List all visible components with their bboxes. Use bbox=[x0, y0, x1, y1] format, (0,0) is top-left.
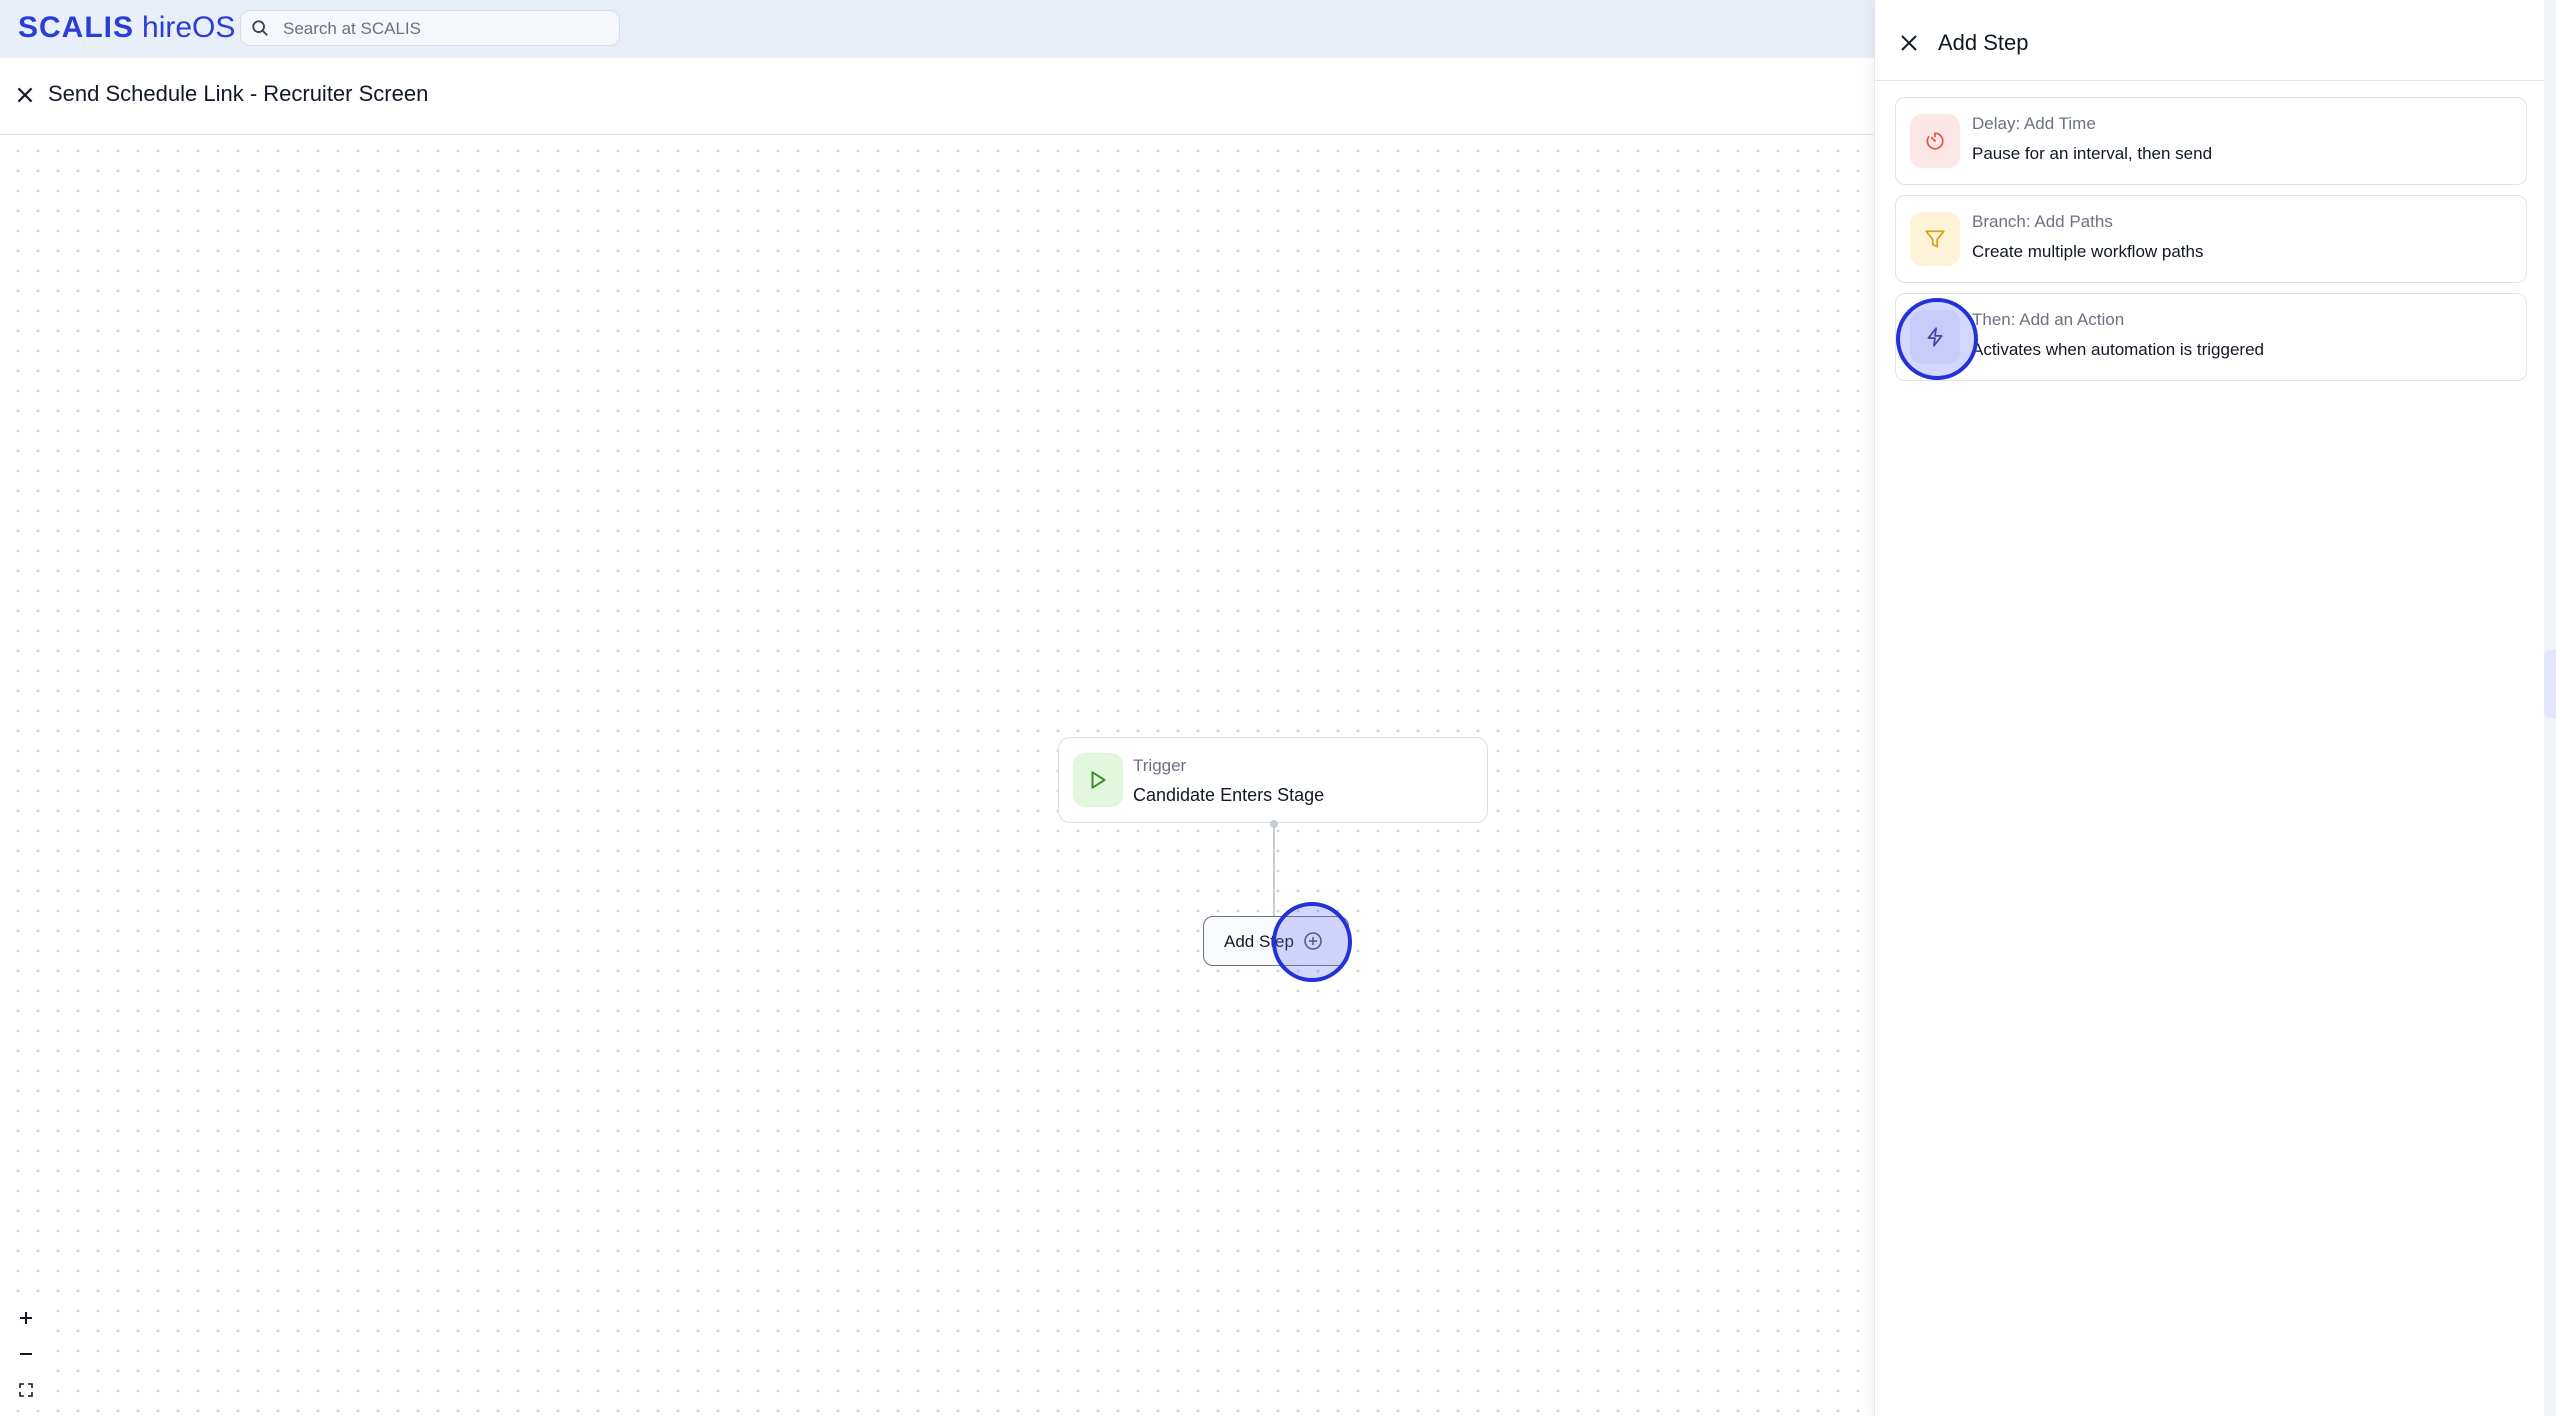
trigger-node[interactable]: Trigger Candidate Enters Stage bbox=[1058, 737, 1488, 823]
filter-icon bbox=[1910, 212, 1960, 266]
logo[interactable]: SCALIS hireOS bbox=[18, 10, 235, 46]
trigger-value: Candidate Enters Stage bbox=[1133, 785, 1325, 805]
side-tab[interactable] bbox=[2544, 650, 2556, 718]
search-input[interactable] bbox=[281, 11, 605, 47]
fit-view-button[interactable] bbox=[12, 1376, 40, 1404]
add-step-panel: Add Step Delay: Add Time Pause for an in… bbox=[1874, 0, 2545, 1416]
zoom-in-button[interactable] bbox=[12, 1304, 40, 1332]
branch-option[interactable]: Branch: Add Paths Create multiple workfl… bbox=[1895, 195, 2527, 283]
close-workflow-icon[interactable] bbox=[14, 84, 36, 106]
zoom-controls bbox=[6, 1300, 46, 1410]
search-box[interactable] bbox=[240, 10, 620, 47]
add-step-button[interactable]: Add Step bbox=[1203, 916, 1349, 966]
action-option-label: Then: Add an Action bbox=[1972, 310, 2125, 329]
search-icon bbox=[252, 20, 268, 36]
panel-header: Add Step bbox=[1875, 0, 2545, 81]
action-option[interactable]: Then: Add an Action Activates when autom… bbox=[1895, 293, 2527, 381]
workflow-canvas[interactable] bbox=[0, 135, 1874, 1416]
branch-option-description: Create multiple workflow paths bbox=[1972, 242, 2204, 261]
delay-option-label: Delay: Add Time bbox=[1972, 114, 2096, 133]
timer-icon bbox=[1910, 114, 1960, 168]
workflow-header: Send Schedule Link - Recruiter Screen bbox=[0, 58, 1874, 135]
product-name: hireOS bbox=[142, 11, 236, 44]
zoom-out-button[interactable] bbox=[12, 1340, 40, 1368]
delay-option-description: Pause for an interval, then send bbox=[1972, 144, 2213, 163]
action-option-description: Activates when automation is triggered bbox=[1972, 340, 2264, 359]
branch-option-label: Branch: Add Paths bbox=[1972, 212, 2113, 231]
panel-title: Add Step bbox=[1938, 30, 2029, 55]
plus-circle-icon bbox=[1304, 932, 1322, 950]
lightning-icon bbox=[1910, 310, 1960, 364]
add-step-label: Add Step bbox=[1224, 932, 1294, 951]
delay-option[interactable]: Delay: Add Time Pause for an interval, t… bbox=[1895, 97, 2527, 185]
page-title: Send Schedule Link - Recruiter Screen bbox=[48, 81, 429, 106]
fit-view-icon bbox=[19, 1383, 33, 1397]
trigger-label: Trigger bbox=[1133, 756, 1187, 775]
plus-icon bbox=[20, 1312, 32, 1324]
close-panel-icon[interactable] bbox=[1899, 33, 1919, 53]
minus-icon bbox=[20, 1353, 32, 1355]
brand-name: SCALIS bbox=[18, 11, 135, 44]
play-icon bbox=[1073, 753, 1123, 807]
